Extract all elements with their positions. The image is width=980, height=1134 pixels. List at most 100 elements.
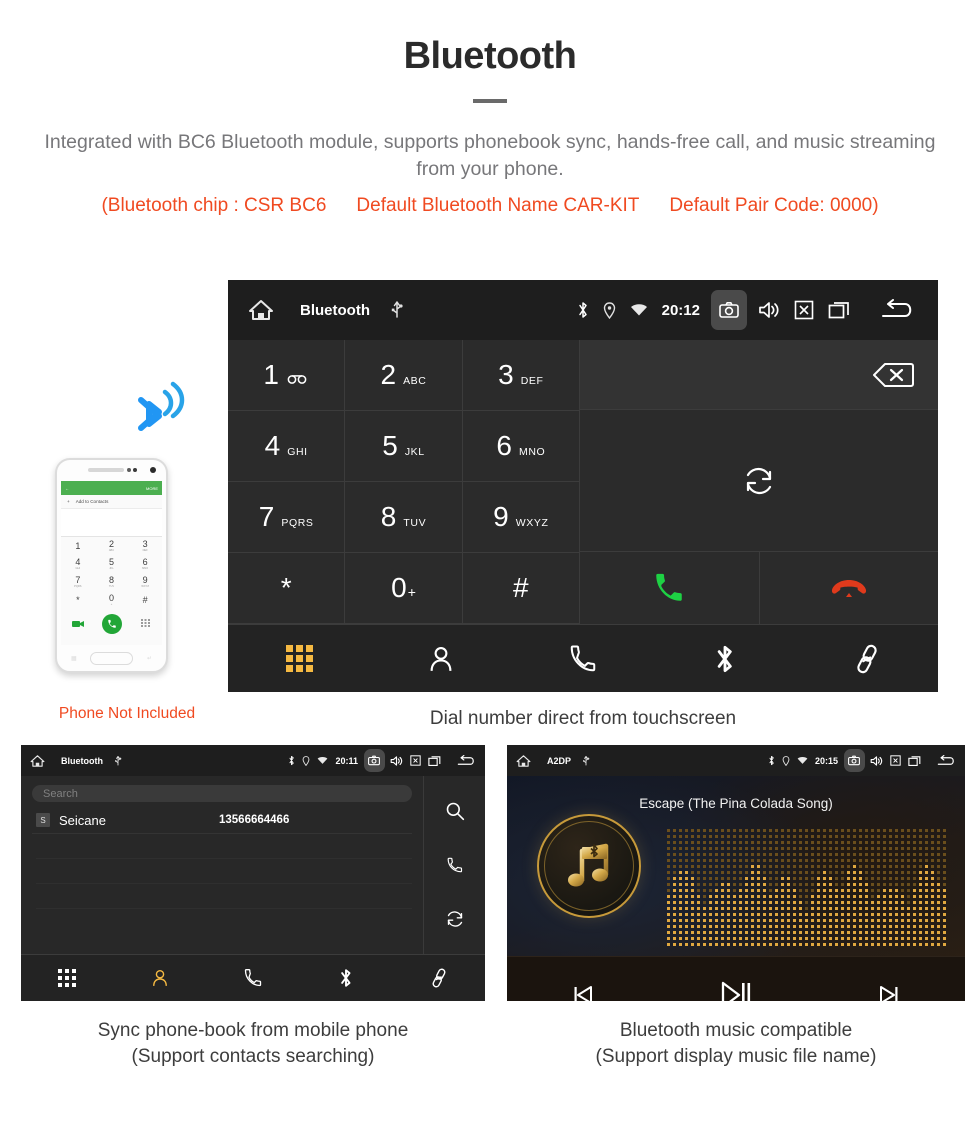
nav-item-pair[interactable] [392, 968, 485, 988]
equalizer-dot [853, 877, 856, 880]
key-7[interactable]: 7 PQRS [228, 482, 346, 553]
equalizer-dot [793, 865, 796, 868]
nav-item-call-log[interactable] [207, 968, 300, 988]
sync-icon[interactable] [445, 909, 465, 929]
equalizer-dot [673, 925, 676, 928]
nav-item-contacts[interactable] [370, 644, 512, 674]
key-2[interactable]: 2 ABC [345, 340, 463, 411]
home-icon[interactable] [516, 754, 531, 768]
search-input[interactable]: Search [32, 785, 412, 802]
equalizer-dot [733, 829, 736, 832]
equalizer-dot [823, 829, 826, 832]
equalizer-dot [793, 901, 796, 904]
equalizer-dot [709, 859, 712, 862]
dialed-number-display[interactable] [580, 340, 938, 410]
nav-item-pair[interactable] [796, 644, 938, 674]
nav-item-bluetooth[interactable] [299, 968, 392, 988]
equalizer-dot [925, 943, 928, 946]
key-3[interactable]: 3 DEF [462, 340, 580, 411]
equalizer-dot [925, 859, 928, 862]
key-4[interactable]: 4 GHI [228, 411, 346, 482]
key-5[interactable]: 5 JKL [345, 411, 463, 482]
search-icon[interactable] [445, 801, 465, 821]
equalizer-dot [727, 841, 730, 844]
nav-item-keypad[interactable] [21, 968, 114, 987]
equalizer-dot [679, 895, 682, 898]
equalizer-dot [751, 847, 754, 850]
equalizer-dot [787, 847, 790, 850]
equalizer-dot [685, 835, 688, 838]
equalizer-dot [883, 835, 886, 838]
equalizer-dot [679, 847, 682, 850]
next-track-button[interactable] [812, 983, 965, 1001]
key-hash[interactable]: # [462, 553, 580, 624]
equalizer-dot [793, 835, 796, 838]
equalizer-dot [901, 913, 904, 916]
volume-icon[interactable] [870, 755, 883, 767]
equalizer-dot [877, 865, 880, 868]
equalizer-dot [805, 943, 808, 946]
previous-track-button[interactable] [507, 983, 660, 1001]
close-icon[interactable] [410, 755, 421, 766]
key-1[interactable]: 1 [228, 340, 346, 411]
equalizer-dot [679, 907, 682, 910]
close-icon[interactable] [890, 755, 901, 766]
dialer-bottom-nav [228, 624, 938, 692]
nav-item-bluetooth[interactable] [654, 644, 796, 674]
nav-item-call-log[interactable] [512, 644, 654, 674]
play-pause-button[interactable] [660, 980, 813, 1001]
back-icon[interactable] [456, 754, 476, 767]
equalizer-dot [679, 829, 682, 832]
hangup-button[interactable] [759, 552, 938, 624]
equalizer-dot [721, 913, 724, 916]
call-button[interactable] [580, 552, 760, 624]
equalizer-dot [865, 835, 868, 838]
camera-icon[interactable] [843, 749, 865, 772]
nav-item-contacts[interactable] [114, 968, 207, 988]
equalizer-dot [841, 895, 844, 898]
recents-icon[interactable] [428, 755, 441, 767]
equalizer-dot [751, 895, 754, 898]
equalizer-dot [877, 919, 880, 922]
volume-icon[interactable] [758, 300, 780, 320]
close-icon[interactable] [794, 300, 814, 320]
equalizer-dot [697, 847, 700, 850]
phone-back-icon: ← [65, 485, 69, 491]
equalizer-dot [721, 877, 724, 880]
recents-icon[interactable] [828, 300, 850, 320]
home-icon[interactable] [30, 754, 45, 768]
equalizer-dot [829, 865, 832, 868]
camera-icon[interactable] [711, 290, 747, 330]
equalizer-dot [847, 871, 850, 874]
recents-icon[interactable] [908, 755, 921, 767]
equalizer-dot [907, 895, 910, 898]
nav-item-keypad[interactable] [228, 645, 370, 672]
equalizer-dot [673, 907, 676, 910]
home-icon[interactable] [248, 298, 274, 322]
sync-contacts-button[interactable] [580, 410, 938, 552]
equalizer-dot [751, 907, 754, 910]
equalizer-dot [679, 901, 682, 904]
equalizer-dot [811, 907, 814, 910]
key-0[interactable]: 0 + [345, 553, 463, 624]
equalizer-dot [667, 931, 670, 934]
table-row[interactable]: S Seicane 13566664466 [32, 807, 412, 834]
back-icon[interactable] [936, 754, 956, 767]
equalizer-dot [931, 877, 934, 880]
sync-icon[interactable] [742, 464, 776, 498]
equalizer-dot [799, 937, 802, 940]
equalizer-dot [901, 907, 904, 910]
key-star[interactable]: * [228, 553, 346, 624]
phone-handset-icon[interactable] [445, 855, 465, 875]
equalizer-dot [727, 835, 730, 838]
equalizer-dot [817, 865, 820, 868]
camera-icon[interactable] [363, 749, 385, 772]
key-9[interactable]: 9 WXYZ [462, 482, 580, 553]
volume-icon[interactable] [390, 755, 403, 767]
back-icon[interactable] [879, 299, 915, 321]
backspace-icon[interactable] [872, 362, 914, 388]
key-6[interactable]: 6 MNO [462, 411, 580, 482]
equalizer-dot [895, 859, 898, 862]
equalizer-dot [769, 853, 772, 856]
key-8[interactable]: 8 TUV [345, 482, 463, 553]
